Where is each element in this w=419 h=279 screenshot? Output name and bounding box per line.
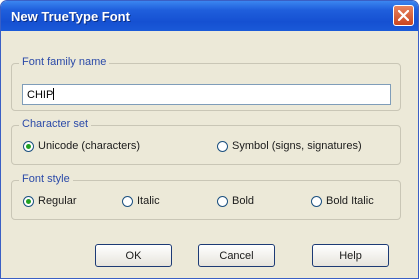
new-truetype-font-dialog: New TrueType Font Font family name CHIP … <box>0 0 419 279</box>
radio-circle <box>122 195 133 207</box>
character-set-group: Character set Unicode (characters) Symbo… <box>11 118 401 165</box>
radio-label: Bold <box>232 195 255 207</box>
radio-label: Symbol (signs, signatures) <box>232 140 362 152</box>
close-icon <box>398 10 409 21</box>
title-bar: New TrueType Font <box>1 1 418 31</box>
radio-bold[interactable]: Bold <box>217 195 254 207</box>
help-button[interactable]: Help <box>312 244 389 267</box>
radio-regular[interactable]: Regular <box>23 195 77 207</box>
radio-circle <box>217 195 228 207</box>
radio-label: Italic <box>137 195 160 207</box>
font-family-value: CHIP <box>27 89 54 101</box>
radio-circle <box>311 195 322 207</box>
radio-circle <box>23 195 34 207</box>
radio-italic[interactable]: Italic <box>122 195 160 207</box>
radio-label: Bold Italic <box>326 195 374 207</box>
text-caret <box>53 88 55 100</box>
cancel-button[interactable]: Cancel <box>198 244 275 267</box>
font-style-group: Font style Regular Italic Bold Bold Ital… <box>11 173 401 220</box>
font-family-legend: Font family name <box>19 56 110 68</box>
radio-circle <box>23 140 34 152</box>
radio-symbol[interactable]: Symbol (signs, signatures) <box>217 140 362 152</box>
radio-bold-italic[interactable]: Bold Italic <box>311 195 374 207</box>
font-family-group: Font family name CHIP <box>11 56 401 111</box>
dialog-title: New TrueType Font <box>11 9 130 24</box>
radio-label: Regular <box>38 195 77 207</box>
ok-button[interactable]: OK <box>95 244 172 267</box>
radio-unicode[interactable]: Unicode (characters) <box>23 140 140 152</box>
character-set-legend: Character set <box>19 118 92 130</box>
font-family-input[interactable]: CHIP <box>22 84 391 105</box>
radio-label: Unicode (characters) <box>38 140 141 152</box>
font-style-legend: Font style <box>19 173 73 185</box>
close-button[interactable] <box>393 5 414 26</box>
radio-circle <box>217 140 228 152</box>
